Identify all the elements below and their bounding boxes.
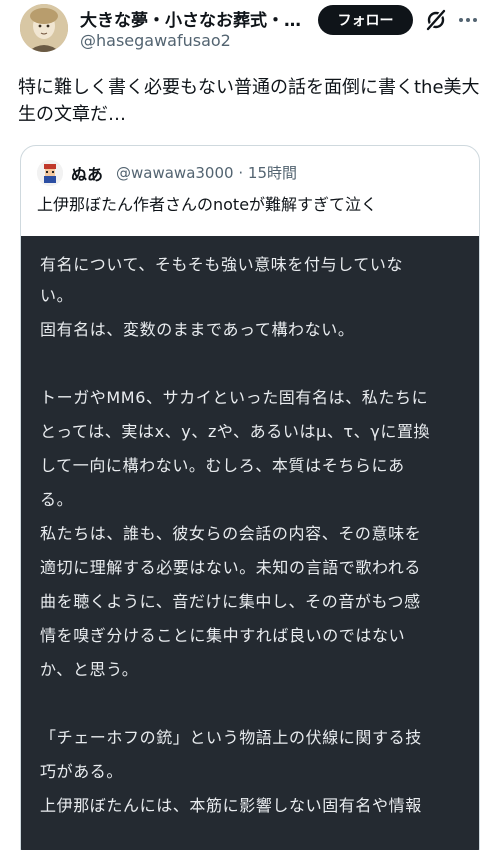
image-text-line: とっては、実はx、y、zや、あるいはμ、τ、γに置換 — [40, 422, 431, 441]
quoted-author-meta: @wawawa3000 · 15時間 — [116, 162, 297, 183]
quoted-post-text: 上伊那ぼたん作者さんのnoteが難解すぎて泣く — [37, 195, 378, 214]
quoted-post[interactable]: ぬあ @wawawa3000 · 15時間 上伊那ぼたん作者さんのnoteが難解… — [20, 145, 480, 850]
image-text-line: る。 — [40, 490, 74, 509]
quoted-post-time[interactable]: 15時間 — [248, 164, 297, 182]
author-handle[interactable]: @hasegawafusao2 — [80, 31, 231, 50]
image-text-line: 上伊那ぼたんには、本筋に影響しない固有名や情報 — [40, 796, 422, 815]
author-avatar-image — [20, 4, 68, 52]
image-text-line: 「チェーホフの銃」という物語上の伏線に関する技 — [40, 728, 422, 747]
post-header: 大きな夢・小さなお葬式・… @hasegawafusao2 フォロー — [0, 0, 500, 62]
quoted-image-text-screenshot[interactable]: 有名について、そもそも強い意味を付与していな い。 固有名は、変数のままであって… — [21, 236, 479, 850]
image-text-line: か、と思う。 — [40, 660, 139, 679]
follow-button[interactable]: フォロー — [318, 5, 413, 35]
meta-separator: · — [238, 164, 244, 182]
image-text-line: い。 — [40, 286, 74, 305]
image-text-line: 固有名は、変数のままであって構わない。 — [40, 320, 355, 339]
author-avatar[interactable] — [20, 4, 68, 52]
image-text-line: トーガやMM6、サカイといった固有名は、私たちに — [40, 388, 429, 407]
more-options-icon[interactable] — [456, 8, 480, 32]
quoted-author-handle[interactable]: @wawawa3000 — [116, 164, 234, 182]
image-text-line: 有名について、そもそも強い意味を付与していな — [40, 255, 404, 274]
image-text-line: 適切に理解する必要はない。未知の言語で歌われる — [40, 558, 422, 577]
image-text-line: 情を嗅ぎ分けることに集中すれば良いのではない — [40, 626, 406, 645]
post-text: 特に難しく書く必要もない普通の話を面倒に書くthe美大生の文章だ… — [18, 77, 480, 125]
quoted-avatar-image — [37, 160, 63, 186]
image-text-line: 曲を聴くように、音だけに集中し、その音がもつ感 — [40, 592, 421, 611]
quoted-author-name[interactable]: ぬあ — [71, 161, 103, 185]
image-text-line: して一向に構わない。むしろ、本質はそちらにあ — [40, 456, 405, 475]
image-text-line: 私たちは、誰も、彼女らの会話の内容、その意味を — [40, 524, 422, 543]
grok-icon[interactable] — [424, 8, 448, 32]
author-name[interactable]: 大きな夢・小さなお葬式・… — [80, 6, 308, 31]
image-text-line: 巧がある。 — [40, 762, 124, 781]
quoted-author-avatar[interactable] — [37, 160, 63, 186]
